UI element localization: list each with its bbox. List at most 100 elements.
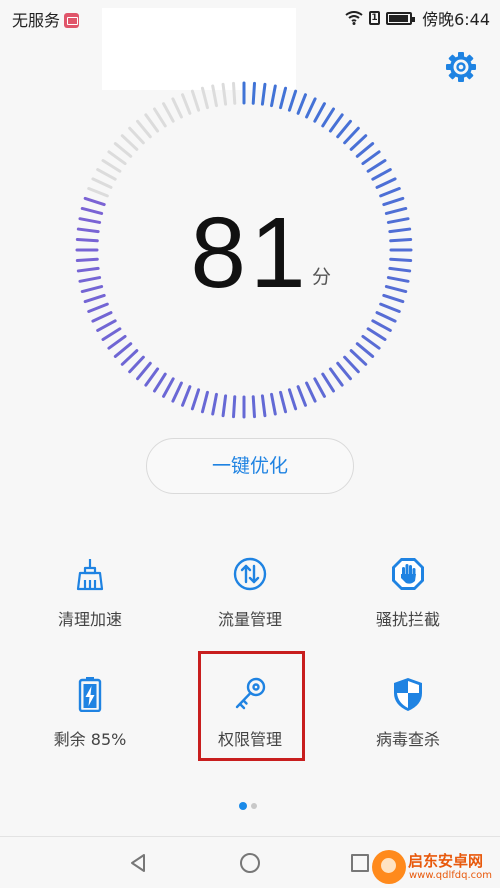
highlight-frame <box>198 651 305 761</box>
gauge-tick <box>113 142 133 158</box>
gauge-tick <box>200 86 209 110</box>
gauge-tick <box>211 392 218 416</box>
settings-gear-icon[interactable] <box>444 50 478 84</box>
gauge-tick <box>336 119 352 139</box>
gauge-tick <box>162 377 175 398</box>
gauge-tick <box>96 319 117 332</box>
gauge-tick <box>87 187 109 198</box>
gauge-tick <box>305 381 317 403</box>
gauge-tick <box>287 89 298 112</box>
gauge-tick <box>181 93 192 115</box>
gauge-tick <box>200 390 209 414</box>
tile-label: 骚扰拦截 <box>375 610 440 629</box>
sim-icon: 1 <box>369 11 381 25</box>
carrier-status: 无服务 <box>12 7 80 31</box>
gauge-tick <box>221 82 228 106</box>
gauge-tick <box>153 372 167 393</box>
gauge-tick <box>153 107 167 128</box>
battery-charging-icon <box>78 677 102 712</box>
gauge-tick <box>190 89 201 112</box>
gauge-tick <box>113 342 133 358</box>
tile-battery[interactable]: 剩余 85% <box>15 676 165 786</box>
gauge-tick <box>136 119 152 139</box>
gauge-tick <box>181 385 192 407</box>
one-key-optimize-button[interactable]: 一键优化 <box>146 438 354 494</box>
wifi-icon <box>345 11 363 25</box>
gauge-tick <box>162 102 175 123</box>
gauge-tick <box>287 388 298 411</box>
gauge-tick <box>270 84 277 108</box>
watermark-url: www.qdlfdq.com <box>409 870 493 881</box>
gauge-tick <box>270 392 277 416</box>
gauge-tick <box>107 150 127 166</box>
gauge-tick <box>190 388 201 411</box>
status-indicators: 1 傍晚6:44 <box>345 6 490 30</box>
tile-clean-boost[interactable]: 清理加速 <box>15 556 165 666</box>
tile-virus-scan[interactable]: 病毒查杀 <box>333 676 483 786</box>
gauge-tick <box>101 159 122 173</box>
gauge-tick <box>366 327 387 341</box>
carrier-text: 无服务 <box>12 11 61 30</box>
gauge-tick <box>321 372 335 393</box>
gauge-tick <box>136 361 152 381</box>
gauge-tick <box>221 394 228 418</box>
gauge-tick <box>96 168 117 181</box>
gauge-tick <box>296 385 307 407</box>
gauge-tick <box>91 311 113 323</box>
gauge-tick <box>232 81 237 105</box>
gauge-tick <box>128 126 145 145</box>
gauge-tick <box>251 81 256 105</box>
gauge-tick <box>371 319 392 332</box>
gauge-tick <box>128 355 145 374</box>
gauge-tick <box>343 355 360 374</box>
gauge-tick <box>251 395 256 419</box>
gauge-tick <box>336 361 352 381</box>
gauge-tick <box>349 134 368 151</box>
page-dot[interactable] <box>251 803 257 809</box>
gauge-tick <box>171 381 183 403</box>
recent-apps-icon[interactable] <box>351 854 369 872</box>
tile-harassment-block[interactable]: 骚扰拦截 <box>333 556 483 666</box>
gauge-tick <box>101 327 122 341</box>
gauge-tick <box>305 97 317 119</box>
gauge-tick <box>361 150 381 166</box>
gauge-tick <box>328 113 344 133</box>
gauge-tick <box>361 334 381 350</box>
gauge-tick <box>328 367 344 387</box>
page-dot-active[interactable] <box>239 802 247 810</box>
gauge-tick <box>343 126 360 145</box>
gauge-tick <box>279 86 288 110</box>
gauge-tick <box>107 334 127 350</box>
gauge-tick <box>211 84 218 108</box>
redacted-area <box>102 8 296 90</box>
tile-traffic-manage[interactable]: 流量管理 <box>175 556 325 666</box>
watermark-logo-icon <box>372 850 406 884</box>
score-unit: 分 <box>312 266 332 288</box>
gauge-tick <box>232 395 237 419</box>
gauge-tick <box>371 168 392 181</box>
gauge-tick <box>171 97 183 119</box>
tile-label: 清理加速 <box>57 610 122 629</box>
gauge-tick <box>120 349 139 366</box>
gauge-tick <box>366 159 387 173</box>
tile-label: 流量管理 <box>217 610 282 629</box>
gauge-tick <box>260 394 267 418</box>
home-icon[interactable] <box>240 853 260 873</box>
clock: 傍晚6:44 <box>422 10 490 29</box>
gauge-tick <box>349 349 368 366</box>
watermark-title: 启东安卓网 <box>408 852 484 870</box>
gauge-tick <box>260 82 267 106</box>
back-icon[interactable] <box>128 853 148 873</box>
gauge-tick <box>313 377 326 398</box>
gauge-tick <box>120 134 139 151</box>
block-hand-icon <box>392 558 424 590</box>
data-traffic-icon <box>233 557 267 591</box>
gauge-tick <box>144 113 160 133</box>
gauge-tick <box>91 177 113 189</box>
battery-icon <box>386 11 416 25</box>
tile-label: 剩余 85% <box>53 730 127 749</box>
gauge-tick <box>296 93 307 115</box>
tile-label: 病毒查杀 <box>375 730 440 749</box>
notification-icon <box>64 12 80 28</box>
gauge-tick <box>279 390 288 414</box>
